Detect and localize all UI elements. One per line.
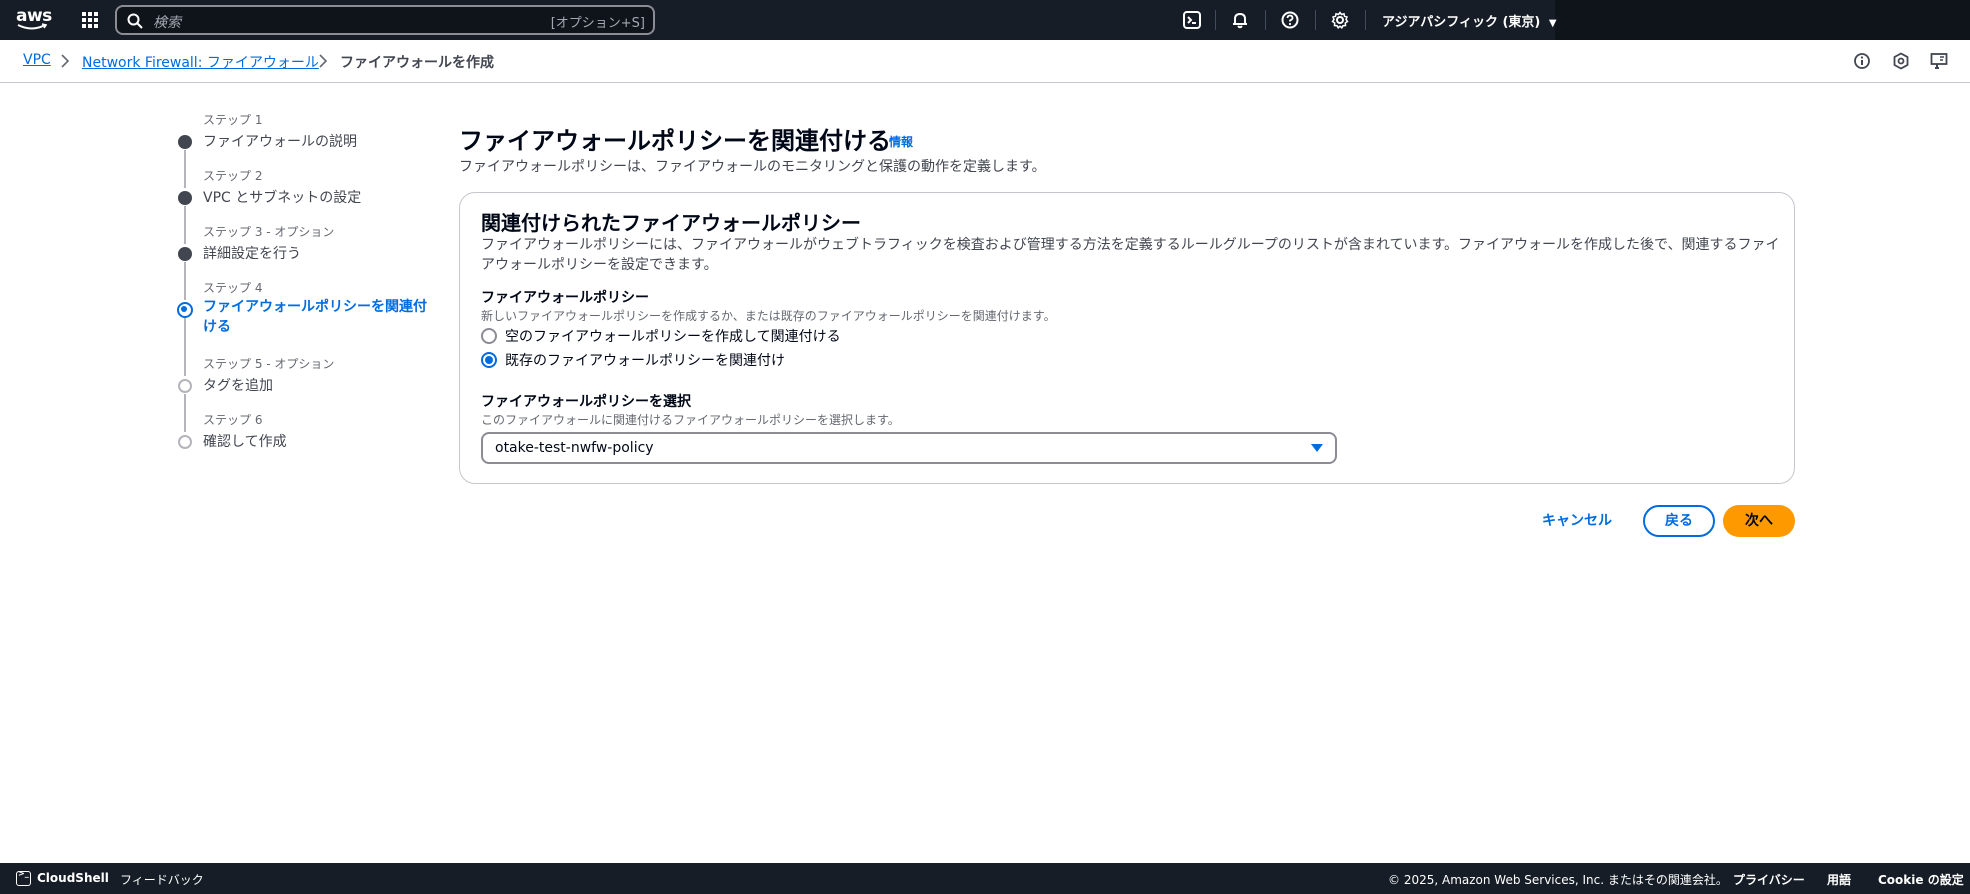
step-title: 確認して作成 — [203, 434, 287, 450]
breadcrumb-vpc[interactable]: VPC — [23, 52, 51, 68]
step-pending-indicator — [178, 435, 192, 449]
footer-terms[interactable]: 用語 — [1827, 871, 1851, 888]
settings-hexagon-icon[interactable] — [1891, 51, 1911, 71]
breadcrumb-current: ファイアウォールを作成 — [340, 55, 494, 71]
select-field-description: このファイアウォールに関連付けるファイアウォールポリシーを選択します。 — [481, 413, 900, 427]
search-placeholder: 検索 — [153, 15, 181, 31]
step-number: ステップ 4 — [203, 281, 263, 295]
step-number: ステップ 6 — [203, 413, 263, 427]
top-navigation: aws 検索 [オプション+S] アジアパシフィック (東京) ▼ — [0, 0, 1970, 40]
policy-field-description: 新しいファイアウォールポリシーを作成するか、または既存のファイアウォールポリシー… — [481, 309, 1056, 323]
info-circle-icon[interactable] — [1852, 51, 1872, 71]
step-number: ステップ 3 - オプション — [203, 225, 335, 239]
footer-cookie-settings[interactable]: Cookie の設定 — [1878, 871, 1964, 888]
feedback-screen-icon[interactable] — [1929, 51, 1949, 71]
nav-divider — [1315, 10, 1316, 30]
caret-down-icon: ▼ — [1548, 18, 1557, 29]
breadcrumb-network-firewall[interactable]: Network Firewall: ファイアウォール — [82, 52, 319, 72]
page-description: ファイアウォールポリシーは、ファイアウォールのモニタリングと保護の動作を定義しま… — [459, 159, 1046, 175]
cancel-button[interactable]: キャンセル — [1530, 505, 1624, 537]
search-input[interactable]: 検索 [オプション+S] — [115, 5, 655, 35]
cloudshell-icon[interactable] — [16, 869, 31, 886]
radio-button[interactable] — [481, 328, 497, 344]
panel-description: ファイアウォールポリシーには、ファイアウォールがウェブトラフィックを検査および管… — [481, 237, 1780, 273]
radio-create-empty-policy[interactable]: 空のファイアウォールポリシーを作成して関連付ける — [481, 326, 841, 346]
footer-cloudshell[interactable]: CloudShell — [37, 871, 109, 885]
info-link[interactable]: 情報 — [889, 133, 913, 150]
help-icon[interactable] — [1278, 8, 1302, 32]
step-connector — [184, 206, 186, 244]
radio-button-selected[interactable] — [481, 352, 497, 368]
bell-icon[interactable] — [1228, 8, 1252, 32]
radio-associate-existing-policy[interactable]: 既存のファイアウォールポリシーを関連付け — [481, 350, 785, 370]
step-done-indicator — [178, 135, 192, 149]
chevron-right-icon — [61, 54, 70, 68]
services-grid-icon[interactable] — [80, 10, 100, 30]
step-connector — [184, 394, 186, 432]
step-connector — [184, 318, 186, 376]
search-shortcut: [オプション+S] — [550, 16, 645, 31]
aws-smile-icon — [17, 23, 47, 30]
cloudshell-icon[interactable] — [1180, 8, 1204, 32]
step-title: ファイアウォールポリシーを関連付ける — [203, 299, 427, 335]
gear-icon[interactable] — [1328, 8, 1352, 32]
nav-divider — [1215, 10, 1216, 30]
step-number: ステップ 1 — [203, 113, 263, 127]
step-connector — [184, 150, 186, 188]
policy-field-label: ファイアウォールポリシー — [481, 290, 649, 306]
policy-select[interactable]: otake-test-nwfw-policy — [481, 432, 1337, 464]
region-selector[interactable]: アジアパシフィック (東京) ▼ — [1382, 11, 1557, 30]
chevron-right-icon — [319, 54, 328, 68]
step-active-indicator — [177, 302, 193, 318]
step-done-indicator — [178, 247, 192, 261]
step-title: ファイアウォールの説明 — [203, 134, 357, 150]
page-title: ファイアウォールポリシーを関連付ける — [459, 127, 891, 155]
search-icon — [127, 13, 143, 29]
step-connector — [184, 262, 186, 300]
footer-copyright: © 2025, Amazon Web Services, Inc. またはその関… — [1388, 873, 1728, 887]
region-label: アジアパシフィック (東京) — [1382, 15, 1541, 30]
aws-logo[interactable]: aws — [16, 6, 52, 32]
back-button[interactable]: 戻る — [1643, 505, 1715, 537]
caret-down-icon — [1311, 444, 1323, 452]
policy-select-value: otake-test-nwfw-policy — [495, 440, 654, 456]
step-title: タグを追加 — [203, 378, 273, 394]
next-button[interactable]: 次へ — [1723, 505, 1795, 537]
step-title: VPC とサブネットの設定 — [203, 190, 362, 206]
footer-privacy[interactable]: プライバシー — [1733, 871, 1805, 888]
step-done-indicator — [178, 191, 192, 205]
breadcrumb-bar: VPC Network Firewall: ファイアウォール ファイアウォールを… — [0, 40, 1970, 83]
radio-label: 空のファイアウォールポリシーを作成して関連付ける — [505, 329, 841, 345]
step-title: 詳細設定を行う — [203, 246, 301, 262]
nav-divider — [1265, 10, 1266, 30]
footer: CloudShell フィードバック © 2025, Amazon Web Se… — [0, 863, 1970, 894]
panel-title: 関連付けられたファイアウォールポリシー — [481, 211, 861, 235]
step-number: ステップ 5 - オプション — [203, 357, 335, 371]
radio-label: 既存のファイアウォールポリシーを関連付け — [505, 353, 785, 369]
firewall-policy-panel: 関連付けられたファイアウォールポリシー ファイアウォールポリシーには、ファイアウ… — [459, 192, 1795, 484]
select-field-label: ファイアウォールポリシーを選択 — [481, 394, 691, 410]
footer-feedback[interactable]: フィードバック — [120, 871, 204, 888]
step-pending-indicator — [178, 379, 192, 393]
step-number: ステップ 2 — [203, 169, 263, 183]
nav-divider — [1365, 10, 1366, 30]
